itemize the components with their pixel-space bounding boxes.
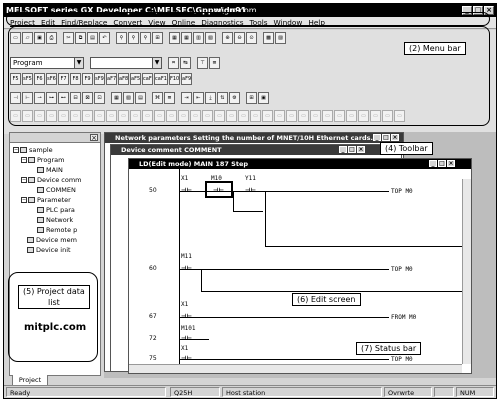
contact-symbol[interactable]: ⊣⊢ — [181, 334, 192, 344]
callout-menu-bar: (2) Menu bar — [404, 42, 466, 55]
project-icon — [20, 147, 27, 153]
left-power-rail — [179, 169, 180, 373]
tree-item-device-comment[interactable]: − Device comm — [13, 175, 100, 185]
tree-item-device-memory[interactable]: Device mem — [13, 235, 100, 245]
collapse-icon[interactable]: − — [13, 147, 19, 153]
rung-line — [179, 269, 389, 270]
step-number: 72 — [149, 335, 157, 342]
status-blank — [434, 387, 454, 397]
close-icon[interactable]: × — [391, 134, 399, 141]
rung-line — [179, 317, 389, 318]
callout-project-data-list: (5) Project data list — [18, 285, 90, 309]
tree-item-main[interactable]: MAIN — [13, 165, 100, 175]
close-icon[interactable]: × — [90, 134, 98, 142]
maximize-icon[interactable]: □ — [438, 160, 446, 167]
comment-window-title: Device comment COMMENT _ □ × — [111, 145, 401, 155]
folder-icon — [28, 157, 35, 163]
close-icon[interactable]: × — [447, 160, 455, 167]
minimize-icon[interactable]: _ — [429, 160, 437, 167]
init-icon — [27, 247, 34, 253]
branch-line — [233, 191, 234, 211]
minimize-icon[interactable]: _ — [373, 134, 381, 141]
coil-instruction: TOP M0 — [391, 266, 413, 273]
device-label: M101 — [181, 325, 196, 332]
ladder-window-title: LD(Edit mode) MAIN 187 Step _ □ × — [129, 159, 471, 169]
tree-item-root[interactable]: − sample — [13, 145, 100, 155]
maximize-icon[interactable]: □ — [382, 134, 390, 141]
edit-cursor — [205, 181, 233, 198]
contact-symbol[interactable]: ⊣⊢ — [181, 186, 192, 196]
branch-line — [201, 291, 465, 292]
step-number: 75 — [149, 355, 157, 362]
callout-project-line-1: (5) Project data — [23, 287, 85, 296]
parameter-icon — [37, 207, 44, 213]
folder-icon — [28, 197, 35, 203]
site-brand-text: mitplc.com — [24, 322, 87, 333]
remote-icon — [37, 227, 44, 233]
tree-item-plc-parameter[interactable]: PLC para — [13, 205, 100, 215]
device-label: X1 — [181, 175, 189, 182]
coil-instruction: FROM M0 — [391, 314, 417, 321]
coil-instruction: TOP M0 — [391, 356, 413, 363]
device-label: X1 — [181, 301, 189, 308]
step-number: 50 — [149, 187, 157, 194]
comment-title-text: Device comment COMMENT — [121, 146, 222, 154]
callout-project-line-2: list — [48, 298, 60, 307]
callout-status-bar: (7) Status bar — [356, 342, 422, 355]
coil-instruction: TOP M0 — [391, 188, 413, 195]
minimize-icon[interactable]: _ — [339, 146, 347, 153]
contact-symbol[interactable]: ⊣⊢ — [181, 354, 192, 364]
toolbar-outline — [8, 26, 490, 126]
project-tree: − sample − Program MAIN − Device comm COMME… — [10, 143, 100, 255]
branch-line — [201, 269, 202, 291]
status-write-mode: Ovrwrte — [384, 387, 432, 397]
device-label: X1 — [181, 345, 189, 352]
menu-bar-outline — [6, 12, 490, 26]
tree-item-comment[interactable]: COMMEN — [13, 185, 100, 195]
device-label: M11 — [181, 253, 192, 260]
folder-icon — [28, 177, 35, 183]
vertical-scrollbar[interactable] — [462, 179, 471, 364]
callout-toolbar: (4) Toolbar — [380, 142, 433, 155]
close-icon[interactable]: × — [357, 146, 365, 153]
tree-item-device-init[interactable]: Device init — [13, 245, 100, 255]
maximize-icon[interactable]: □ — [348, 146, 356, 153]
mdi-workspace: Network parameters Setting the number of… — [104, 132, 496, 378]
status-cpu-type: Q25H — [170, 387, 220, 397]
network-icon — [37, 217, 44, 223]
status-num-lock: NUM — [456, 387, 494, 397]
branch-line — [233, 211, 263, 212]
branch-line — [265, 246, 465, 247]
branch-line — [265, 191, 266, 246]
status-station: Host station — [222, 387, 382, 397]
collapse-icon[interactable]: − — [21, 157, 27, 163]
status-ready: Ready — [6, 387, 166, 397]
tree-item-parameter[interactable]: − Parameter — [13, 195, 100, 205]
collapse-icon[interactable]: − — [21, 177, 27, 183]
status-bar: Ready Q25H Host station Ovrwrte NUM — [4, 385, 496, 398]
comment-file-icon — [37, 187, 44, 193]
program-file-icon — [37, 167, 44, 173]
step-number: 60 — [149, 265, 157, 272]
device-label: Y11 — [245, 175, 256, 182]
network-title-text: Network parameters Setting the number of… — [115, 134, 374, 142]
collapse-icon[interactable]: − — [21, 197, 27, 203]
rung-line — [179, 359, 389, 360]
network-window-title: Network parameters Setting the number of… — [105, 133, 403, 143]
tree-item-remote-password[interactable]: Remote p — [13, 225, 100, 235]
step-number: 67 — [149, 313, 157, 320]
contact-symbol[interactable]: ⊣⊢ — [181, 312, 192, 322]
contact-symbol[interactable]: ⊣⊢ — [245, 186, 256, 196]
ladder-title-text: LD(Edit mode) MAIN 187 Step — [139, 160, 249, 168]
callout-edit-screen: (6) Edit screen — [292, 293, 361, 306]
tree-item-program[interactable]: − Program — [13, 155, 100, 165]
tree-item-network[interactable]: Network — [13, 215, 100, 225]
horizontal-scrollbar[interactable] — [129, 364, 462, 373]
contact-symbol[interactable]: ⊣⊢ — [181, 264, 192, 274]
project-panel-header: × — [10, 133, 100, 143]
memory-icon — [27, 237, 34, 243]
